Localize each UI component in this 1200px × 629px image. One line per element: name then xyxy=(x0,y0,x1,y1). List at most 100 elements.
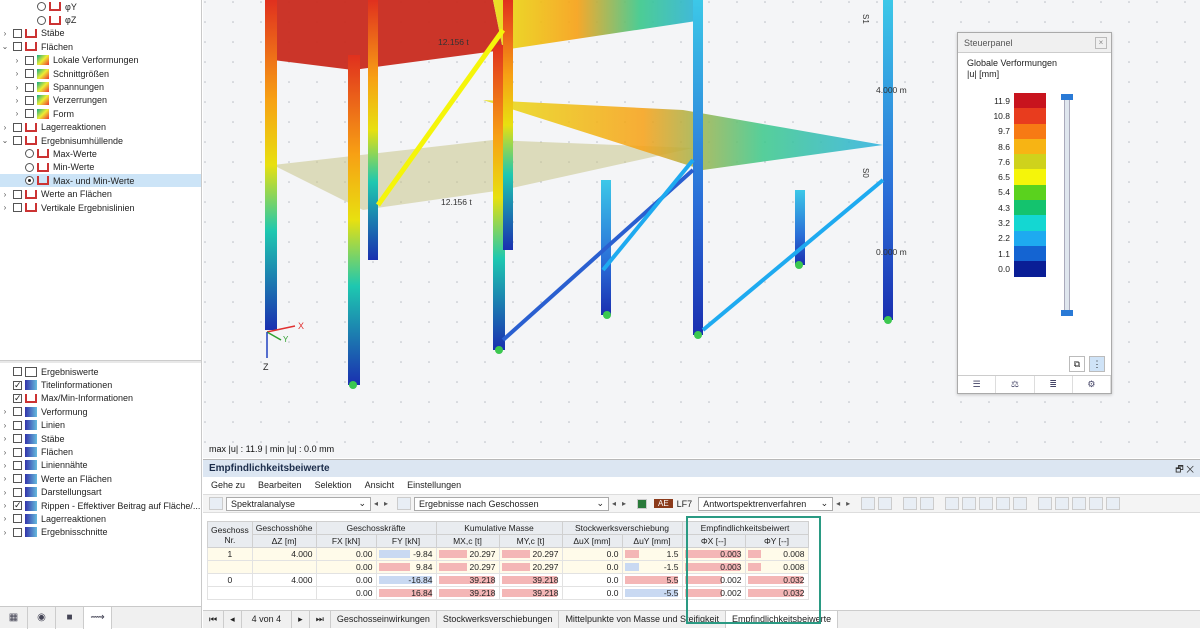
cell-ey[interactable]: 0.008 xyxy=(744,547,809,561)
cell-ex[interactable]: 0.003 xyxy=(681,560,746,574)
radio-button[interactable] xyxy=(25,162,34,172)
method-dropdown[interactable]: Antwortspektrenverfahren ⌄ xyxy=(698,496,834,511)
cell-dy[interactable]: 5.5 xyxy=(621,573,683,587)
expand-icon[interactable]: › xyxy=(0,123,10,132)
radio-button[interactable] xyxy=(37,15,46,25)
display-item[interactable]: › Verformung xyxy=(0,405,201,418)
views-tab-icon[interactable]: ■ xyxy=(56,607,84,629)
radio-button[interactable] xyxy=(25,149,34,159)
cell-dx[interactable]: 0.0 xyxy=(561,560,623,574)
expand-icon[interactable]: › xyxy=(0,203,10,212)
cell-h[interactable]: 4.000 xyxy=(251,573,317,587)
cell-nr[interactable] xyxy=(207,560,253,574)
cell-fx[interactable]: 0.00 xyxy=(315,547,377,561)
checkbox[interactable] xyxy=(13,447,22,457)
cell-fy[interactable]: -16.84 xyxy=(375,573,437,587)
tree-item[interactable]: › Stäbe xyxy=(0,27,201,40)
tree-item[interactable]: φZ xyxy=(0,13,201,26)
next-page-icon[interactable]: ▸ xyxy=(292,611,310,628)
factors-tab-icon[interactable]: ⚖ xyxy=(996,376,1035,393)
cell-fx[interactable]: 0.00 xyxy=(315,586,377,600)
tab-0[interactable]: Geschosseinwirkungen xyxy=(331,611,437,628)
expand-icon[interactable]: › xyxy=(0,448,10,457)
cell-nr[interactable] xyxy=(207,586,253,600)
tree-item[interactable]: › Schnittgrößen xyxy=(0,67,201,80)
export-icon[interactable] xyxy=(1038,497,1053,510)
decimals-icon[interactable] xyxy=(1089,497,1104,510)
display-item[interactable]: › Werte an Flächen xyxy=(0,472,201,485)
cell-dx[interactable]: 0.0 xyxy=(561,586,623,600)
select-icon[interactable] xyxy=(861,497,876,510)
tree-item[interactable]: › Verzerrungen xyxy=(0,94,201,107)
checkbox[interactable] xyxy=(13,28,22,38)
cell-fx[interactable]: 0.00 xyxy=(315,560,377,574)
tree-item[interactable]: › Form xyxy=(0,107,201,120)
checkbox[interactable] xyxy=(13,500,22,511)
expand-icon[interactable]: › xyxy=(0,190,10,199)
display-item[interactable]: › Stäbe xyxy=(0,432,201,445)
expand-icon[interactable]: › xyxy=(12,109,22,118)
cell-dx[interactable]: 0.0 xyxy=(561,547,623,561)
layout-icon[interactable] xyxy=(996,497,1011,510)
filter-icon[interactable] xyxy=(1055,497,1070,510)
checkbox[interactable] xyxy=(13,487,22,497)
checkbox[interactable] xyxy=(13,122,22,132)
cell-fy[interactable]: 16.84 xyxy=(375,586,437,600)
cell-nr[interactable]: 0 xyxy=(207,573,253,587)
radio-button[interactable] xyxy=(37,2,46,12)
close-icon[interactable]: × xyxy=(1095,37,1107,49)
tree-item[interactable]: › Lokale Verformungen xyxy=(0,54,201,67)
cell-dy[interactable]: 1.5 xyxy=(621,547,683,561)
table-icon[interactable] xyxy=(945,497,960,510)
expand-icon[interactable]: › xyxy=(12,69,22,78)
tree-item[interactable]: Max- und Min-Werte xyxy=(0,174,201,188)
checkbox[interactable] xyxy=(13,460,22,470)
view-icon[interactable] xyxy=(903,497,918,510)
display-item[interactable]: › Flächen xyxy=(0,445,201,458)
cell-ex[interactable]: 0.002 xyxy=(681,586,746,600)
cell-fy[interactable]: 9.84 xyxy=(375,560,437,574)
expand-icon[interactable]: › xyxy=(12,83,22,92)
checkbox[interactable] xyxy=(25,95,34,105)
display-item[interactable]: › Darstellungsart xyxy=(0,486,201,499)
rows-icon[interactable] xyxy=(979,497,994,510)
cell-h[interactable] xyxy=(251,586,317,600)
checkbox[interactable] xyxy=(13,393,22,404)
search-icon[interactable] xyxy=(1106,497,1121,510)
menu-item[interactable]: Einstellungen xyxy=(407,477,461,494)
cell-mx[interactable]: 20.297 xyxy=(435,560,500,574)
pick-icon[interactable] xyxy=(878,497,893,510)
menu-item[interactable]: Ansicht xyxy=(365,477,395,494)
filter-tab-icon[interactable]: ⚙ xyxy=(1073,376,1111,393)
checkbox[interactable] xyxy=(13,527,22,537)
tree-item[interactable]: › Lagerreaktionen xyxy=(0,121,201,134)
cell-mx[interactable]: 39.218 xyxy=(435,586,500,600)
cell-my[interactable]: 20.297 xyxy=(498,560,563,574)
copy-icon[interactable]: ⧉ xyxy=(1069,356,1085,372)
cell-dy[interactable]: -1.5 xyxy=(621,560,683,574)
expand-icon[interactable]: › xyxy=(0,528,10,537)
display-item[interactable]: › Ergebnisschnitte xyxy=(0,526,201,539)
expand-icon[interactable]: › xyxy=(0,514,10,523)
range-slider[interactable] xyxy=(1061,94,1073,316)
cell-ey[interactable]: 0.032 xyxy=(744,573,809,587)
expand-icon[interactable]: › xyxy=(0,407,10,416)
expand-icon[interactable]: › xyxy=(0,488,10,497)
expand-icon[interactable]: › xyxy=(12,56,22,65)
results-dropdown[interactable]: Ergebnisse nach Geschossen ⌄ xyxy=(414,496,609,511)
list-tab-icon[interactable]: ≣ xyxy=(1035,376,1073,393)
menu-item[interactable]: Gehe zu xyxy=(211,477,245,494)
cell-ex[interactable]: 0.002 xyxy=(681,573,746,587)
cell-mx[interactable]: 39.218 xyxy=(435,573,500,587)
next-arrow-icon[interactable]: ▸ xyxy=(381,499,391,508)
slider-knob-top[interactable] xyxy=(1061,94,1073,100)
next-method-icon[interactable]: ▸ xyxy=(843,499,853,508)
cell-dx[interactable]: 0.0 xyxy=(561,573,623,587)
expand-icon[interactable]: › xyxy=(0,501,10,510)
cell-ey[interactable]: 0.008 xyxy=(744,560,809,574)
table-row[interactable]: 1 4.000 0.00 -9.84 20.297 20.297 0.0 1.5 0.003 0.… xyxy=(207,547,809,561)
cell-my[interactable]: 20.297 xyxy=(498,547,563,561)
cell-nr[interactable]: 1 xyxy=(207,547,253,561)
grid-icon[interactable] xyxy=(1013,497,1028,510)
expand-icon[interactable]: › xyxy=(0,434,10,443)
